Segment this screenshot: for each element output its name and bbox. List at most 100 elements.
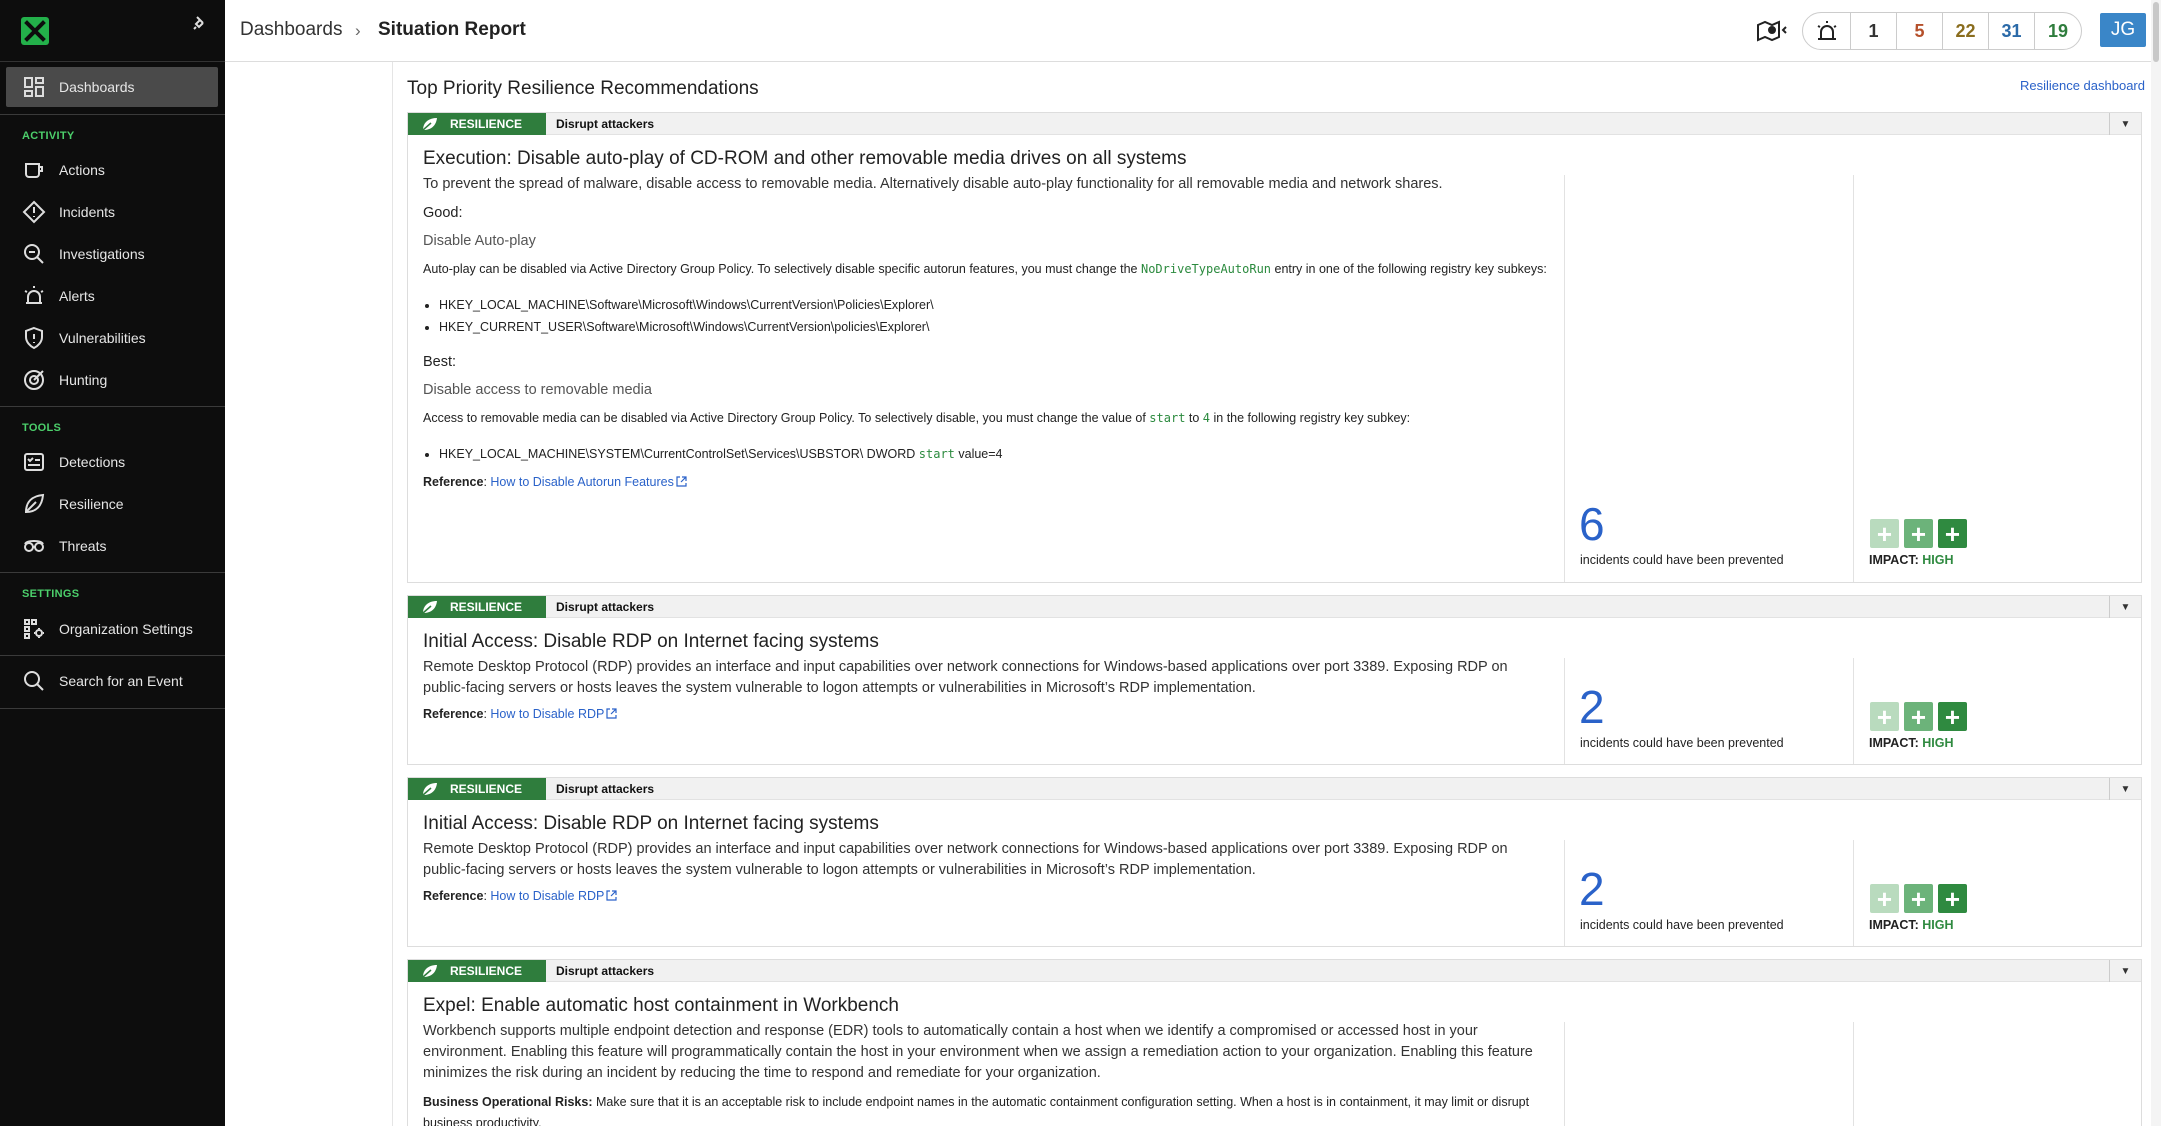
- registry-key-list: HKEY_LOCAL_MACHINE\Software\Microsoft\Wi…: [439, 294, 1553, 338]
- sidebar-logo-row: [0, 0, 225, 62]
- text-segment: in the following registry key subkey:: [1210, 411, 1411, 425]
- dashboard-grid-icon: [24, 77, 44, 97]
- resilience-tag: RESILIENCE: [408, 777, 546, 800]
- resilience-dashboard-link[interactable]: Resilience dashboard: [2020, 78, 2145, 93]
- reference-link[interactable]: How to Disable RDP: [490, 889, 604, 903]
- sidebar-item-label: Organization Settings: [59, 621, 193, 637]
- target-icon: [24, 370, 44, 390]
- counter-critical[interactable]: 1: [1851, 13, 1897, 49]
- sidebar-item-label: Vulnerabilities: [59, 330, 146, 346]
- sidebar-item-threats[interactable]: Threats: [6, 526, 218, 566]
- reference-label: Reference: [423, 889, 484, 903]
- good-title: Disable Auto-play: [423, 233, 536, 249]
- sidebar-item-label: Actions: [59, 162, 105, 178]
- siren-icon: [24, 286, 44, 304]
- section-tools: TOOLS: [22, 422, 62, 434]
- logo-x-icon: [24, 20, 46, 42]
- sidebar-item-investigations[interactable]: Investigations: [6, 234, 218, 274]
- shield-icon: [25, 326, 43, 350]
- spy-mask-icon: [24, 540, 44, 552]
- impact-level-1-icon: +: [1870, 884, 1899, 913]
- sidebar-item-hunting[interactable]: Hunting: [6, 360, 218, 400]
- avatar[interactable]: JG: [2100, 13, 2146, 47]
- sidebar-item-label: Detections: [59, 454, 126, 470]
- code-snippet: 4: [1202, 411, 1211, 425]
- expand-caret-button[interactable]: ▼: [2109, 596, 2141, 618]
- code-snippet: start: [918, 447, 955, 461]
- incident-counters: 1 5 22 31 19: [1802, 12, 2082, 50]
- list-item: HKEY_LOCAL_MACHINE\SYSTEM\CurrentControl…: [439, 443, 1553, 465]
- breadcrumb-root[interactable]: Dashboards: [240, 19, 342, 41]
- best-title: Disable access to removable media: [423, 382, 652, 398]
- main-content: Top Priority Resilience Recommendations …: [225, 62, 2151, 1126]
- counter-medium[interactable]: 22: [1943, 13, 1989, 49]
- divider: [0, 114, 225, 115]
- search-icon: [24, 671, 44, 691]
- sidebar-item-alerts[interactable]: Alerts: [6, 276, 218, 316]
- list-item: HKEY_CURRENT_USER\Software\Microsoft\Win…: [439, 316, 1553, 338]
- expand-caret-button[interactable]: ▼: [2109, 778, 2141, 800]
- counter-info[interactable]: 19: [2035, 13, 2081, 49]
- alert-bell-button[interactable]: [1803, 13, 1851, 49]
- card-body: Initial Access: Disable RDP on Internet …: [408, 800, 2141, 946]
- impact-label-text: IMPACT:: [1869, 736, 1919, 750]
- magnifier-icon: [24, 244, 44, 264]
- impact-level-2-icon: +: [1904, 519, 1933, 548]
- column-divider: [1564, 840, 1565, 946]
- impact-value: HIGH: [1922, 553, 1954, 567]
- list-item: HKEY_LOCAL_MACHINE\Software\Microsoft\Wi…: [439, 294, 1553, 316]
- card-body: Execution: Disable auto-play of CD-ROM a…: [408, 135, 2141, 582]
- column-divider: [1853, 658, 1854, 764]
- column-divider: [1853, 1022, 1854, 1126]
- text-segment: entry in one of the following registry k…: [1271, 262, 1547, 276]
- card-header: RESILIENCE Disrupt attackers ▼: [408, 959, 2141, 982]
- sidebar-item-label: Search for an Event: [59, 673, 183, 689]
- prevented-count: 2: [1579, 681, 1605, 733]
- sidebar-item-dashboards[interactable]: Dashboards: [6, 67, 218, 107]
- divider: [0, 655, 225, 656]
- top-header: Dashboards › Situation Report 1 5 22 31 …: [225, 0, 2161, 62]
- column-divider: [1564, 1022, 1565, 1126]
- pin-icon[interactable]: [191, 14, 209, 32]
- sidebar-item-incidents[interactable]: Incidents: [6, 192, 218, 232]
- page-scrollbar[interactable]: [2151, 0, 2161, 1126]
- expand-caret-button[interactable]: ▼: [2109, 113, 2141, 135]
- resilience-tag: RESILIENCE: [408, 595, 546, 618]
- reference-link[interactable]: How to Disable Autorun Features: [490, 475, 673, 489]
- sidebar-item-organization-settings[interactable]: Organization Settings: [6, 609, 218, 649]
- checklist-icon: [24, 453, 44, 471]
- prevented-label: incidents could have been prevented: [1580, 918, 1784, 932]
- sidebar-item-vulnerabilities[interactable]: Vulnerabilities: [6, 318, 218, 358]
- counter-low[interactable]: 31: [1989, 13, 2035, 49]
- scrollbar-thumb[interactable]: [2153, 2, 2159, 62]
- category-label: Disrupt attackers: [556, 116, 655, 131]
- sidebar-item-actions[interactable]: Actions: [6, 150, 218, 190]
- section-activity: ACTIVITY: [22, 130, 75, 142]
- siren-icon: [1817, 21, 1836, 40]
- impact-value: HIGH: [1922, 918, 1954, 932]
- code-snippet: NoDriveTypeAutoRun: [1140, 262, 1272, 276]
- recommendation-title: Initial Access: Disable RDP on Internet …: [423, 813, 879, 834]
- leaf-icon: [422, 600, 437, 614]
- impact-level-3-icon: +: [1938, 884, 1967, 913]
- reference: Reference: How to Disable RDP: [423, 889, 1553, 903]
- counter-high[interactable]: 5: [1897, 13, 1943, 49]
- map-marker-collapse-icon[interactable]: [1755, 17, 1789, 45]
- sidebar-item-resilience[interactable]: Resilience: [6, 484, 218, 524]
- prevented-label: incidents could have been prevented: [1580, 553, 1784, 567]
- leaf-icon: [24, 493, 45, 514]
- reference-link[interactable]: How to Disable RDP: [490, 707, 604, 721]
- expel-logo[interactable]: [21, 17, 49, 45]
- impact-label: IMPACT: HIGH: [1869, 736, 1954, 750]
- text-segment: value=4: [954, 447, 1003, 461]
- prevented-label: incidents could have been prevented: [1580, 736, 1784, 750]
- expand-caret-button[interactable]: ▼: [2109, 960, 2141, 982]
- prevented-count: 2: [1579, 863, 1605, 915]
- sidebar-item-label: Incidents: [59, 204, 116, 220]
- reference-label: Reference: [423, 707, 484, 721]
- prevented-count: 6: [1579, 498, 1605, 550]
- text-segment: to: [1185, 411, 1203, 425]
- sidebar-search-event[interactable]: Search for an Event: [6, 661, 218, 701]
- recommendation-card: RESILIENCE Disrupt attackers ▼ Initial A…: [407, 595, 2142, 765]
- sidebar-item-detections[interactable]: Detections: [6, 442, 218, 482]
